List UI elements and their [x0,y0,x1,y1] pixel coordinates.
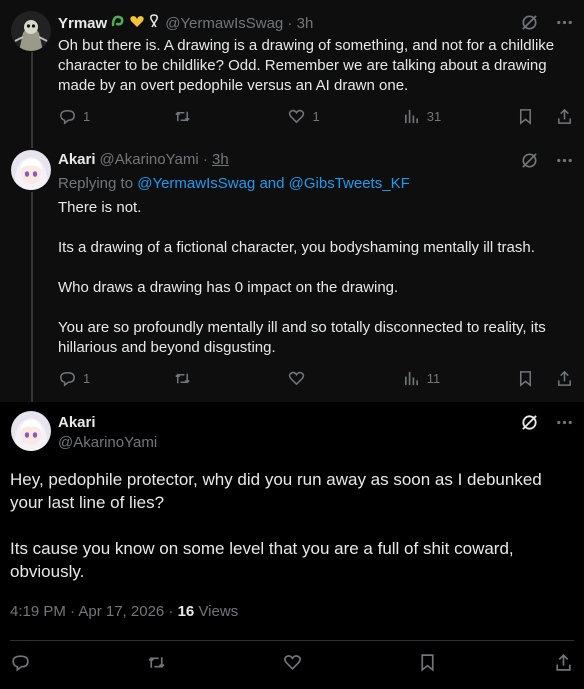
tweet-paragraph: There is not. [58,199,142,216]
tweet-paragraph: Its cause you know on some level that yo… [10,539,514,581]
more-icon[interactable] [555,413,574,432]
separator-dot: · [283,14,297,32]
tweet-meta: 4:19 PM · Apr 17, 2026 · 16 Views [10,603,238,620]
views-count: 16 [177,603,195,620]
tweet-paragraph: You are so profoundly mentally ill and s… [58,319,546,356]
snake-emoji-icon [110,13,126,33]
retweet-icon[interactable] [146,652,167,673]
share-icon[interactable] [555,107,574,126]
tweet-paragraph: Hey, pedophile protector, why did you ru… [10,470,542,512]
main-tweet-text: Hey, pedophile protector, why did you ru… [10,468,572,583]
heart-icon [287,369,306,388]
tweet-text: Oh but there is. A drawing is a drawing … [58,36,572,96]
heart-icon[interactable] [282,652,303,673]
tweet-text: There is not. Its a drawing of a fiction… [58,198,572,358]
share-icon[interactable] [553,652,574,673]
tweet-akari-reply[interactable]: Akari @AkarinoYami · 3h Replying to @Yer… [0,138,584,402]
yellow-heart-icon [129,13,145,33]
author-handle[interactable]: @AkarinoYami [100,151,199,168]
views-button[interactable]: 31 [402,107,516,126]
avatar[interactable] [11,150,51,190]
like-button[interactable] [287,369,401,388]
retweet-button[interactable] [173,369,287,388]
author-name[interactable]: Yrmaw [58,15,107,32]
reply-icon [58,107,77,126]
author-name[interactable]: Akari [58,151,96,168]
retweet-icon [173,369,192,388]
tweet-yrmaw[interactable]: Yrmaw @YermawIsSwag · 3h Oh but there is… [0,0,584,138]
grok-icon[interactable] [520,13,539,32]
grok-icon[interactable] [520,413,539,432]
main-tweet: Akari @AkarinoYami Hey, pedophile protec… [0,402,584,689]
tweet-paragraph: Its a drawing of a fictional character, … [58,239,535,256]
author-name[interactable]: Akari [58,414,96,431]
main-action-bar [10,652,574,673]
view-count: 11 [426,371,441,386]
replying-to-link[interactable]: @YermawIsSwag and @GibsTweets_KF [137,175,410,192]
reply-icon [58,369,77,388]
views-icon [402,107,421,126]
author-handle[interactable]: @AkarinoYami [58,434,157,451]
more-icon[interactable] [555,13,574,32]
divider [10,640,574,641]
more-icon[interactable] [555,151,574,170]
avatar[interactable] [11,11,51,51]
tweet-timestamp[interactable]: 4:19 PM · Apr 17, 2026 · [10,603,178,620]
grok-icon[interactable] [520,151,539,170]
replying-to: Replying to @YermawIsSwag and @GibsTweet… [58,175,410,192]
bookmark-icon[interactable] [516,107,535,126]
ribbon-icon [148,13,160,33]
views-button[interactable]: 11 [402,369,516,388]
bookmark-icon[interactable] [516,369,535,388]
author-handle[interactable]: @YermawIsSwag [165,15,283,32]
thread-line [31,138,33,148]
avatar[interactable] [11,411,51,451]
bookmark-share-group [516,369,574,388]
reply-icon[interactable] [10,652,31,673]
tweet-text-line: Oh but there is. A drawing is a drawing … [58,37,555,94]
retweet-button[interactable] [173,107,287,126]
like-button[interactable]: 1 [287,107,401,126]
views-label: Views [198,603,239,620]
tweet-paragraph: Who draws a drawing has 0 impact on the … [58,279,399,296]
reply-count: 1 [83,109,91,124]
share-icon[interactable] [555,369,574,388]
view-count: 31 [426,109,442,124]
retweet-icon [173,107,192,126]
heart-icon [287,107,306,126]
like-count: 1 [312,109,320,124]
reply-button[interactable]: 1 [58,107,173,126]
thread-line [31,52,33,138]
separator-dot: · [198,151,213,168]
reply-count: 1 [83,371,91,386]
tweet-time[interactable]: 3h [212,151,229,168]
reply-button[interactable]: 1 [58,369,173,388]
bookmark-share-group [516,107,574,126]
thread-line [31,192,33,402]
replying-prefix: Replying to [58,175,134,192]
tweet-time[interactable]: 3h [297,15,314,32]
bookmark-icon[interactable] [417,652,438,673]
views-icon [402,369,421,388]
